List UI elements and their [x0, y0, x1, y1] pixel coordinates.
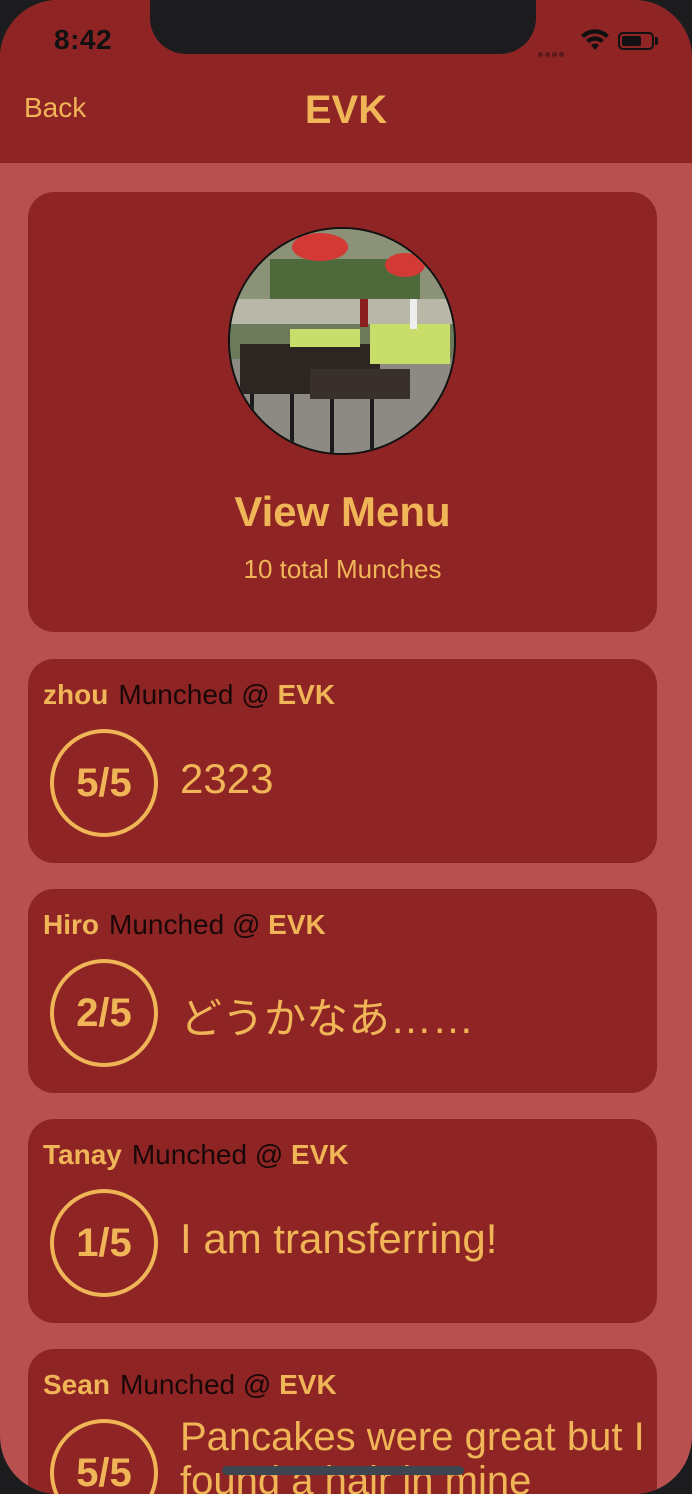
- review-header: Tanay Munched @ EVK: [43, 1139, 349, 1171]
- review-text: 2323: [180, 755, 274, 802]
- review-header: Hiro Munched @ EVK: [43, 909, 326, 941]
- munched-label: Munched @: [131, 1139, 284, 1170]
- status-time: 8:42: [54, 24, 113, 55]
- view-menu-button[interactable]: View Menu: [28, 488, 657, 536]
- page-title: EVK: [304, 88, 388, 132]
- review-card[interactable]: Hiro Munched @ EVK 2/5 どうかなあ……: [28, 889, 657, 1093]
- total-munches-count: 10 total Munches: [243, 554, 442, 584]
- app-screen: 8:42 Back EVK View Menu 10 total Munches…: [0, 0, 692, 1494]
- review-text: どうかなあ……: [180, 995, 475, 1042]
- review-header: Sean Munched @ EVK: [43, 1369, 337, 1401]
- review-username[interactable]: Tanay: [43, 1139, 122, 1170]
- review-place: EVK: [291, 1139, 349, 1170]
- review-username[interactable]: Hiro: [43, 909, 99, 940]
- review-header: zhou Munched @ EVK: [43, 679, 335, 711]
- device-notch: [150, 0, 536, 54]
- review-card[interactable]: Tanay Munched @ EVK 1/5 I am transferring…: [28, 1119, 657, 1323]
- rating-badge: 1/5: [50, 1189, 158, 1297]
- munched-label: Munched @: [119, 1369, 272, 1400]
- restaurant-photo: [228, 227, 456, 455]
- rating-badge: 5/5: [50, 1419, 158, 1494]
- munched-label: Munched @: [118, 679, 270, 710]
- rating-badge: 2/5: [50, 959, 158, 1067]
- review-place: EVK: [279, 1369, 337, 1400]
- review-text: I am transferring!: [180, 1215, 498, 1262]
- rating-badge: 5/5: [50, 729, 158, 837]
- review-card[interactable]: zhou Munched @ EVK 5/5 2323: [28, 659, 657, 863]
- battery-cap: [655, 37, 658, 45]
- battery-icon: [618, 32, 654, 50]
- review-place: EVK: [277, 679, 336, 710]
- wifi-icon: [581, 29, 609, 50]
- cellular-signal-icon: [538, 44, 572, 57]
- review-username[interactable]: Sean: [43, 1369, 110, 1400]
- review-place: EVK: [268, 909, 326, 940]
- munched-label: Munched @: [109, 909, 261, 940]
- restaurant-card: View Menu 10 total Munches: [28, 192, 657, 632]
- review-text: Pancakes were great but I found a hair i…: [180, 1415, 645, 1494]
- home-indicator[interactable]: [222, 1466, 464, 1475]
- review-username[interactable]: zhou: [43, 679, 108, 710]
